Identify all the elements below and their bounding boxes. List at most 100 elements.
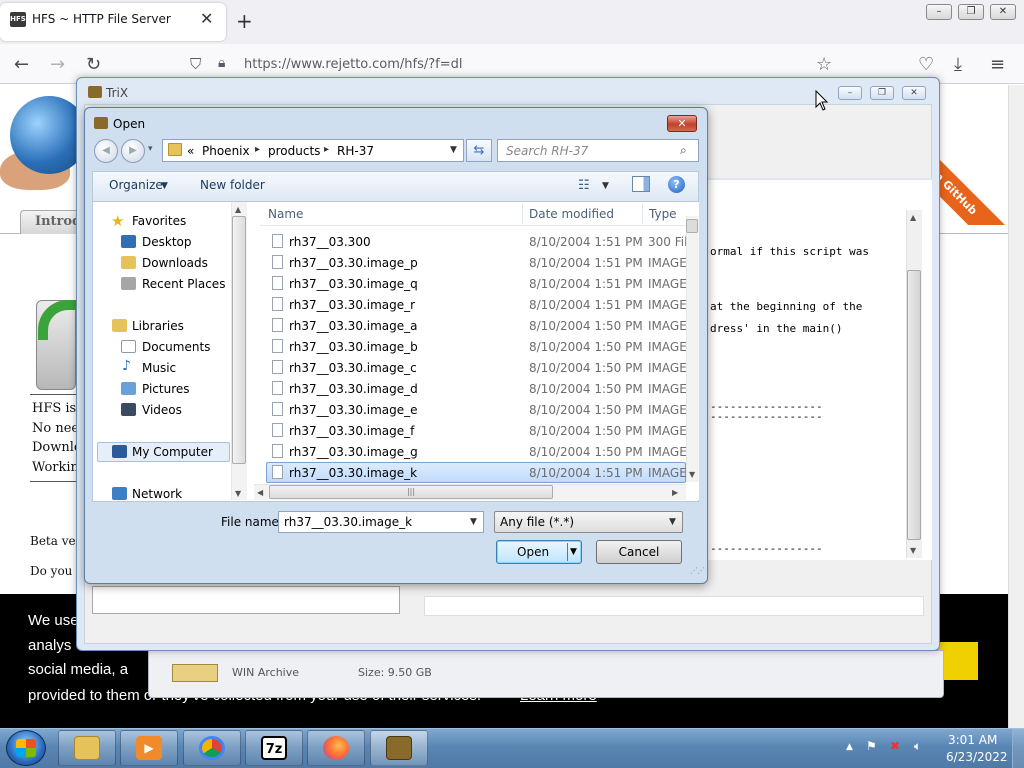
nav-item-favorites[interactable]: Favorites <box>132 214 186 228</box>
forward-icon[interactable]: → <box>50 54 65 75</box>
volume-icon[interactable]: 🔈︎ <box>914 739 921 754</box>
file-name-cell: rh37__03.30.image_b <box>289 340 418 354</box>
file-type-cell: IMAGE_F <box>648 424 686 438</box>
new-folder-button[interactable]: New folder <box>200 178 265 192</box>
nav-item-network[interactable]: Network <box>132 487 182 501</box>
open-dropdown-icon[interactable]: ▼ <box>570 547 577 557</box>
views-dropdown-icon[interactable]: ▼ <box>602 181 609 191</box>
column-separator[interactable] <box>642 204 643 224</box>
breadcrumb-separator-icon[interactable]: ▸ <box>324 144 329 155</box>
dialog-title: Open <box>113 117 146 131</box>
breadcrumb-separator-icon[interactable]: ▸ <box>255 144 260 155</box>
nav-item-desktop[interactable]: Desktop <box>142 235 192 249</box>
file-type-dropdown-icon[interactable]: ▼ <box>669 517 676 527</box>
clock-time[interactable]: 3:01 AM <box>948 733 997 747</box>
resize-grip-icon[interactable]: ⋰⋰ <box>690 566 705 575</box>
trix-maximize-button[interactable]: ❐ <box>870 86 894 100</box>
scroll-right-arrow-icon[interactable]: ▶ <box>672 488 678 497</box>
nav-item-libraries[interactable]: Libraries <box>132 319 184 333</box>
tab-close-icon[interactable]: ✕ <box>200 9 213 28</box>
open-button-label[interactable]: Open <box>517 545 549 559</box>
show-desktop-button[interactable] <box>1012 729 1024 768</box>
address-dropdown-icon[interactable]: ▼ <box>450 145 457 155</box>
reload-icon[interactable]: ↻ <box>86 54 101 75</box>
column-header-name[interactable]: Name <box>268 207 303 221</box>
new-tab-icon[interactable]: + <box>236 9 253 33</box>
pocket-icon[interactable]: ♡ <box>918 54 934 75</box>
column-header-type[interactable]: Type <box>649 207 677 221</box>
scroll-up-arrow-icon[interactable]: ▲ <box>910 213 916 222</box>
nav-item-documents[interactable]: Documents <box>142 340 210 354</box>
file-list-hscroll-thumb[interactable]: ||| <box>269 485 553 499</box>
recent-locations-chevron-icon[interactable]: ▾ <box>148 144 153 154</box>
code-line: ----------------- <box>710 542 823 555</box>
file-list-vscroll-thumb[interactable] <box>686 219 698 233</box>
nav-item-videos[interactable]: Videos <box>142 403 182 417</box>
file-type-cell: IMAGE_D <box>648 382 686 396</box>
breadcrumb-rh37[interactable]: RH-37 <box>337 144 374 158</box>
views-icon[interactable]: ☷ <box>578 178 590 193</box>
organize-button[interactable]: Organize <box>109 178 163 192</box>
downloads-icon <box>121 256 136 269</box>
url-text[interactable]: https://www.rejetto.com/hfs/?f=dl <box>244 57 463 72</box>
scroll-left-arrow-icon[interactable]: ◀ <box>257 488 263 497</box>
action-center-icon[interactable]: ⚑ <box>866 739 877 753</box>
nav-item-my-computer[interactable]: My Computer <box>132 445 213 459</box>
preview-pane-icon[interactable] <box>632 176 650 192</box>
help-icon[interactable]: ? <box>668 176 685 193</box>
folder-icon <box>168 143 182 156</box>
column-header-date-modified[interactable]: Date modified <box>529 207 614 221</box>
menu-icon[interactable]: ≡ <box>990 54 1005 75</box>
nav-item-music[interactable]: Music <box>142 361 176 375</box>
browser-maximize-button[interactable]: ❐ <box>958 4 984 20</box>
star-icon[interactable]: ☆ <box>816 54 832 75</box>
page-scrollbar[interactable] <box>1008 85 1024 728</box>
file-list-vscrollbar[interactable] <box>686 216 699 482</box>
trix-input-box[interactable] <box>92 586 400 614</box>
shield-icon[interactable]: ⛉ <box>190 55 201 73</box>
trix-editor-scroll-thumb[interactable] <box>907 270 921 540</box>
back-icon[interactable]: ← <box>14 54 29 75</box>
forward-arrow-icon[interactable]: ▶ <box>121 139 145 163</box>
column-separator[interactable] <box>522 204 523 224</box>
back-arrow-icon[interactable]: ◀ <box>94 139 118 163</box>
network-status-icon[interactable]: ✖ <box>890 739 900 753</box>
page-question-text: Do you s <box>30 564 83 578</box>
scroll-up-arrow-icon[interactable]: ▲ <box>235 205 241 214</box>
cancel-button[interactable]: Cancel <box>596 540 682 564</box>
refresh-icon[interactable]: ⇆ <box>466 139 492 162</box>
download-icon[interactable]: ⤓ <box>954 54 962 75</box>
nav-pane-scroll-thumb[interactable] <box>232 216 246 464</box>
scroll-down-arrow-icon[interactable]: ▼ <box>235 489 241 498</box>
breadcrumb-products[interactable]: products <box>268 144 320 158</box>
breadcrumb-phoenix[interactable]: Phoenix <box>202 144 250 158</box>
nav-item-recent-places[interactable]: Recent Places <box>142 277 225 291</box>
cookie-accept-button[interactable] <box>938 642 978 680</box>
organize-dropdown-icon[interactable]: ▼ <box>161 181 168 191</box>
breadcrumb-overflow[interactable]: « <box>187 144 194 158</box>
browser-close-button[interactable]: ✕ <box>990 4 1016 20</box>
search-icon[interactable]: ⌕ <box>680 143 687 158</box>
trix-close-button[interactable]: ✕ <box>902 86 926 100</box>
scroll-down-arrow-icon[interactable]: ▼ <box>910 546 916 555</box>
trix-script-editor[interactable] <box>706 180 932 560</box>
computer-icon <box>112 445 127 458</box>
file-name-dropdown-icon[interactable]: ▼ <box>470 517 477 527</box>
clock-date[interactable]: 6/23/2022 <box>946 750 1008 764</box>
browser-minimize-button[interactable]: – <box>926 4 952 20</box>
file-date-cell: 8/10/2004 1:51 PM <box>529 298 643 312</box>
file-name-input[interactable]: rh37__03.30.image_k <box>278 511 484 533</box>
nav-item-downloads[interactable]: Downloads <box>142 256 208 270</box>
nav-item-pictures[interactable]: Pictures <box>142 382 190 396</box>
trix-command-field[interactable] <box>424 596 924 616</box>
github-ribbon[interactable]: on GitHub <box>930 150 1008 225</box>
search-input[interactable]: Search RH-37 <box>497 139 699 162</box>
tray-expand-icon[interactable]: ▲ <box>846 742 853 752</box>
scroll-down-arrow-icon[interactable]: ▼ <box>689 470 695 479</box>
lock-icon[interactable]: 🔒︎ <box>218 55 225 71</box>
windows-logo-icon <box>16 739 36 757</box>
dialog-close-button[interactable]: ✕ <box>667 115 697 132</box>
file-icon <box>272 234 283 248</box>
trix-minimize-button[interactable]: – <box>838 86 862 100</box>
file-type-select[interactable]: Any file (*.*) <box>494 511 683 533</box>
